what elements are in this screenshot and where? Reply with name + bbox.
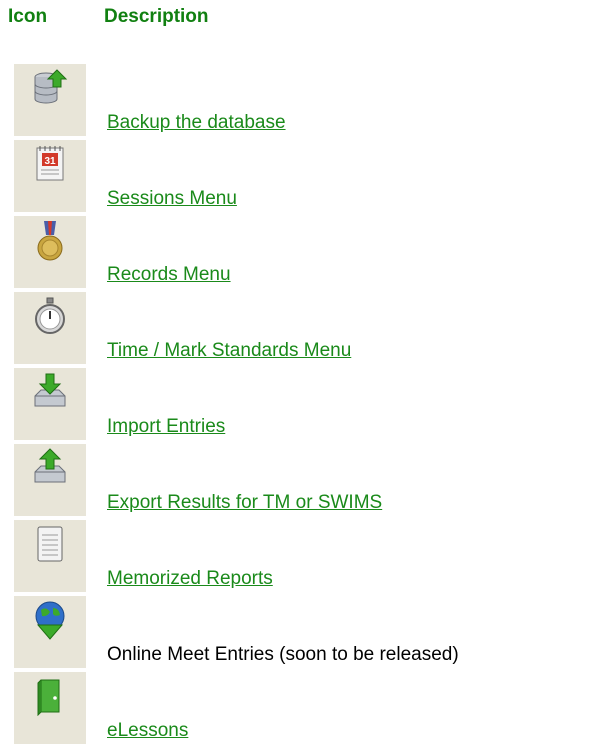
globe-download-icon [35, 601, 65, 640]
column-header-icon: Icon [8, 6, 48, 27]
calendar-icon: 31 [36, 146, 64, 181]
memorized-reports-link[interactable]: Memorized Reports [107, 568, 273, 590]
tray-import-icon [34, 373, 66, 407]
icon-cell [14, 368, 86, 440]
table-row: 31 Sessions Menu [14, 140, 596, 216]
notepad-icon [37, 526, 63, 562]
book-icon [37, 679, 60, 716]
time-mark-standards-menu-link[interactable]: Time / Mark Standards Menu [107, 340, 351, 362]
icon-cell [14, 520, 86, 592]
table-row: Memorized Reports [14, 520, 596, 596]
table-row: Records Menu [14, 216, 596, 292]
table-row: Export Results for TM or SWIMS [14, 444, 596, 520]
table-row: Import Entries [14, 368, 596, 444]
tray-export-icon [34, 448, 66, 483]
icon-cell [14, 444, 86, 516]
icon-cell: 31 [14, 140, 86, 212]
column-header-description: Description [104, 6, 209, 27]
icon-cell [14, 292, 86, 364]
table-row: Backup the database [14, 64, 596, 140]
online-meet-entries-text: Online Meet Entries (soon to be released… [107, 644, 459, 665]
elessons-link[interactable]: eLessons [107, 720, 188, 742]
icon-cell [14, 64, 86, 136]
sessions-menu-link[interactable]: Sessions Menu [107, 188, 237, 210]
records-menu-link[interactable]: Records Menu [107, 264, 231, 286]
export-results-link[interactable]: Export Results for TM or SWIMS [107, 492, 382, 514]
icon-cell [14, 672, 86, 744]
medal-icon [37, 221, 63, 261]
import-entries-link[interactable]: Import Entries [107, 416, 225, 438]
table-row: Time / Mark Standards Menu [14, 292, 596, 368]
table-row: eLessons [14, 672, 596, 748]
backup-database-link[interactable]: Backup the database [107, 112, 286, 134]
svg-text:31: 31 [44, 156, 56, 167]
icon-cell [14, 596, 86, 668]
icon-cell [14, 216, 86, 288]
table-row: Online Meet Entries (soon to be released… [14, 596, 596, 672]
database-upload-icon [34, 69, 68, 104]
stopwatch-icon [35, 297, 65, 334]
